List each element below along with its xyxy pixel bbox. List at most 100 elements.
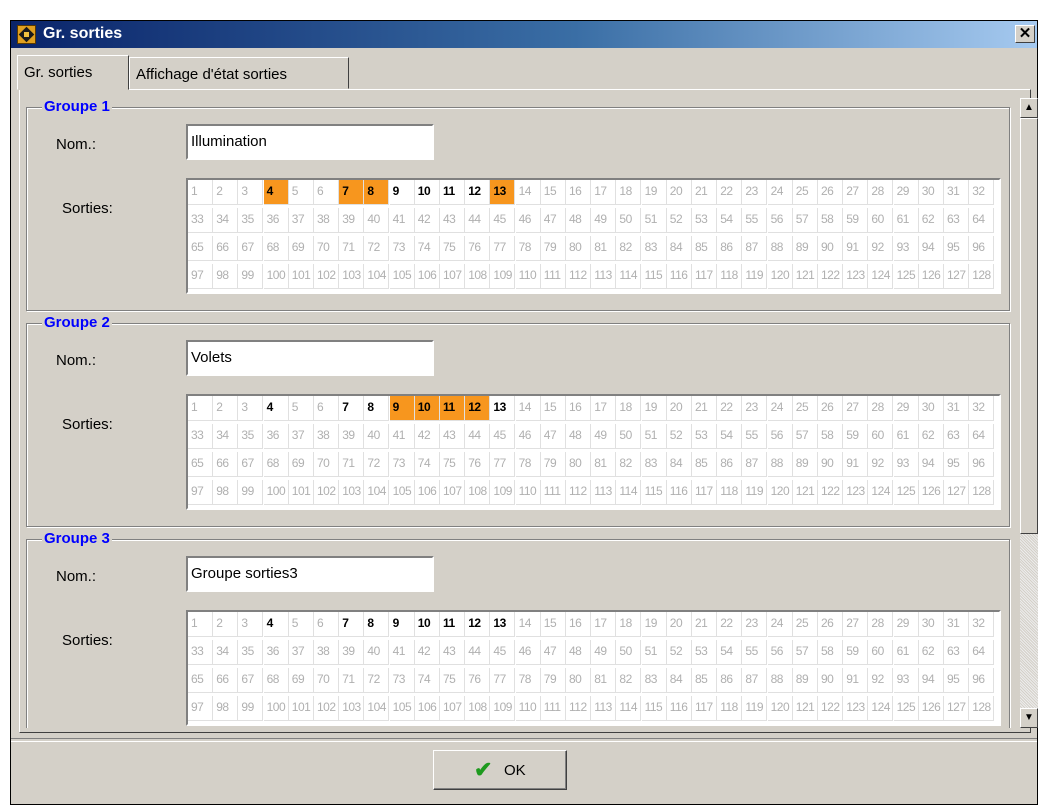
output-cell-56[interactable]: 56 bbox=[767, 640, 793, 665]
output-cell-92[interactable]: 92 bbox=[868, 236, 894, 261]
output-cell-31[interactable]: 31 bbox=[944, 396, 969, 421]
output-cell-55[interactable]: 55 bbox=[742, 640, 768, 665]
output-cell-27[interactable]: 27 bbox=[843, 180, 869, 205]
output-cell-99[interactable]: 99 bbox=[238, 264, 264, 289]
output-cell-3[interactable]: 3 bbox=[238, 612, 264, 637]
output-cell-108[interactable]: 108 bbox=[465, 696, 491, 721]
output-cell-71[interactable]: 71 bbox=[339, 452, 365, 477]
output-cell-88[interactable]: 88 bbox=[767, 668, 793, 693]
output-cell-110[interactable]: 110 bbox=[515, 696, 541, 721]
output-cell-65[interactable]: 65 bbox=[188, 452, 213, 477]
output-cell-97[interactable]: 97 bbox=[188, 696, 213, 721]
output-cell-108[interactable]: 108 bbox=[465, 264, 491, 289]
output-cell-66[interactable]: 66 bbox=[213, 236, 239, 261]
output-cell-105[interactable]: 105 bbox=[389, 696, 415, 721]
output-cell-36[interactable]: 36 bbox=[263, 424, 289, 449]
output-cell-65[interactable]: 65 bbox=[188, 236, 213, 261]
output-cell-120[interactable]: 120 bbox=[767, 480, 793, 505]
output-cell-26[interactable]: 26 bbox=[818, 396, 843, 421]
output-cell-34[interactable]: 34 bbox=[213, 424, 239, 449]
output-cell-54[interactable]: 54 bbox=[717, 208, 743, 233]
output-cell-18[interactable]: 18 bbox=[616, 612, 642, 637]
output-cell-119[interactable]: 119 bbox=[742, 480, 768, 505]
output-cell-82[interactable]: 82 bbox=[616, 236, 642, 261]
output-cell-7[interactable]: 7 bbox=[339, 180, 365, 205]
output-cell-74[interactable]: 74 bbox=[414, 668, 440, 693]
output-cell-117[interactable]: 117 bbox=[692, 696, 717, 721]
output-cell-36[interactable]: 36 bbox=[263, 640, 289, 665]
output-cell-98[interactable]: 98 bbox=[213, 264, 239, 289]
output-cell-95[interactable]: 95 bbox=[944, 236, 969, 261]
output-cell-109[interactable]: 109 bbox=[490, 696, 516, 721]
output-cell-23[interactable]: 23 bbox=[742, 612, 768, 637]
output-cell-48[interactable]: 48 bbox=[566, 424, 591, 449]
output-cell-121[interactable]: 121 bbox=[792, 696, 818, 721]
output-cell-4[interactable]: 4 bbox=[263, 396, 289, 421]
output-cell-30[interactable]: 30 bbox=[918, 180, 944, 205]
output-cell-43[interactable]: 43 bbox=[440, 424, 465, 449]
output-cell-93[interactable]: 93 bbox=[893, 452, 919, 477]
output-cell-39[interactable]: 39 bbox=[339, 424, 365, 449]
output-cell-79[interactable]: 79 bbox=[540, 236, 566, 261]
output-cell-77[interactable]: 77 bbox=[490, 236, 516, 261]
output-cell-89[interactable]: 89 bbox=[792, 668, 818, 693]
output-cell-107[interactable]: 107 bbox=[440, 264, 465, 289]
output-cell-16[interactable]: 16 bbox=[566, 180, 591, 205]
output-cell-62[interactable]: 62 bbox=[918, 424, 944, 449]
output-cell-121[interactable]: 121 bbox=[792, 264, 818, 289]
title-bar[interactable]: Gr. sorties ✕ bbox=[11, 21, 1037, 48]
output-cell-125[interactable]: 125 bbox=[893, 264, 919, 289]
output-cell-9[interactable]: 9 bbox=[389, 180, 415, 205]
output-cell-51[interactable]: 51 bbox=[641, 208, 667, 233]
output-cell-3[interactable]: 3 bbox=[238, 396, 264, 421]
output-cell-40[interactable]: 40 bbox=[364, 208, 390, 233]
output-cell-28[interactable]: 28 bbox=[868, 612, 894, 637]
output-cell-42[interactable]: 42 bbox=[414, 640, 440, 665]
output-cell-82[interactable]: 82 bbox=[616, 668, 642, 693]
output-cell-95[interactable]: 95 bbox=[944, 452, 969, 477]
output-cell-52[interactable]: 52 bbox=[666, 208, 692, 233]
output-cell-123[interactable]: 123 bbox=[843, 264, 869, 289]
output-cell-106[interactable]: 106 bbox=[414, 264, 440, 289]
output-cell-81[interactable]: 81 bbox=[591, 668, 617, 693]
output-cell-115[interactable]: 115 bbox=[641, 696, 667, 721]
output-cell-96[interactable]: 96 bbox=[969, 668, 995, 693]
output-cell-82[interactable]: 82 bbox=[616, 452, 642, 477]
output-cell-35[interactable]: 35 bbox=[238, 424, 264, 449]
output-cell-93[interactable]: 93 bbox=[893, 668, 919, 693]
output-cell-35[interactable]: 35 bbox=[238, 640, 264, 665]
output-cell-39[interactable]: 39 bbox=[339, 208, 365, 233]
output-cell-20[interactable]: 20 bbox=[666, 612, 692, 637]
output-cell-67[interactable]: 67 bbox=[238, 668, 264, 693]
output-cell-53[interactable]: 53 bbox=[692, 424, 717, 449]
output-cell-28[interactable]: 28 bbox=[868, 396, 894, 421]
output-cell-80[interactable]: 80 bbox=[566, 668, 591, 693]
scroll-thumb[interactable] bbox=[1020, 118, 1038, 534]
vertical-scrollbar[interactable]: ▲ ▼ bbox=[1020, 98, 1038, 728]
output-cell-34[interactable]: 34 bbox=[213, 640, 239, 665]
output-cell-104[interactable]: 104 bbox=[364, 696, 390, 721]
output-cell-104[interactable]: 104 bbox=[364, 264, 390, 289]
output-cell-49[interactable]: 49 bbox=[591, 640, 617, 665]
output-cell-123[interactable]: 123 bbox=[843, 696, 869, 721]
output-cell-89[interactable]: 89 bbox=[792, 452, 818, 477]
output-cell-16[interactable]: 16 bbox=[566, 396, 591, 421]
output-cell-74[interactable]: 74 bbox=[414, 452, 440, 477]
output-cell-6[interactable]: 6 bbox=[314, 180, 339, 205]
output-cell-8[interactable]: 8 bbox=[364, 612, 390, 637]
output-cell-121[interactable]: 121 bbox=[792, 480, 818, 505]
output-cell-35[interactable]: 35 bbox=[238, 208, 264, 233]
output-cell-108[interactable]: 108 bbox=[465, 480, 491, 505]
output-cell-34[interactable]: 34 bbox=[213, 208, 239, 233]
output-cell-60[interactable]: 60 bbox=[868, 424, 894, 449]
output-cell-72[interactable]: 72 bbox=[364, 452, 390, 477]
output-cell-113[interactable]: 113 bbox=[591, 696, 617, 721]
output-cell-76[interactable]: 76 bbox=[465, 236, 491, 261]
output-cell-4[interactable]: 4 bbox=[263, 612, 289, 637]
output-cell-15[interactable]: 15 bbox=[540, 180, 566, 205]
output-cell-64[interactable]: 64 bbox=[969, 424, 995, 449]
output-cell-91[interactable]: 91 bbox=[843, 668, 869, 693]
output-cell-11[interactable]: 11 bbox=[440, 612, 465, 637]
output-cell-94[interactable]: 94 bbox=[918, 452, 944, 477]
output-cell-5[interactable]: 5 bbox=[288, 396, 314, 421]
